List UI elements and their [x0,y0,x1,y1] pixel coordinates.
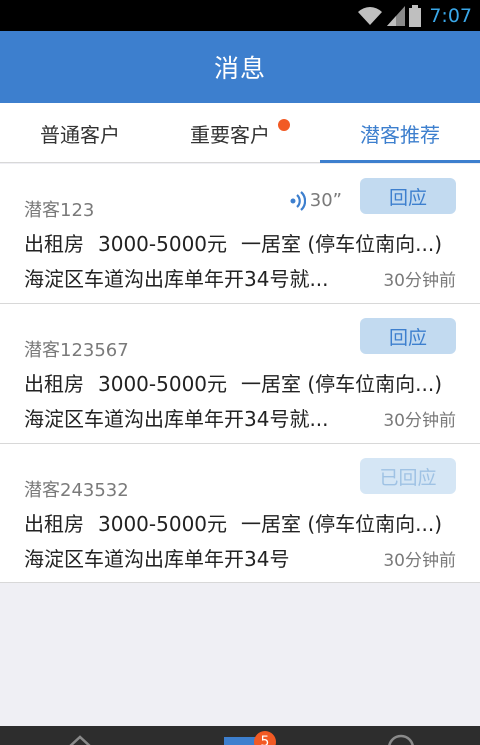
voice-duration: 30” [309,190,342,211]
active-tab-indicator [320,160,480,163]
status-bar: 7:07 [0,0,480,31]
listing-type: 出租房 [24,372,84,396]
page-title: 消息 [213,54,266,83]
tab-important-customers[interactable]: 重要客户 [160,103,320,163]
customer-name: 潜客123567 [24,340,129,361]
listing-type: 出租房 [24,232,84,256]
listing-detail: 出租房 3000-5000元 一居室 (停车位南向...) [24,368,456,397]
listing-price: 3000-5000元 [98,232,228,256]
voice-message[interactable]: 30” [290,190,342,211]
title-bar: 消息 [0,31,480,103]
tab-label: 普通客户 [40,122,120,147]
listing-layout: 一居室 (停车位南向...) [241,232,443,256]
home-icon[interactable] [66,734,94,745]
listing-layout: 一居室 (停车位南向...) [241,512,443,536]
listing-address: 海淀区车道沟出库单年开34号 [24,547,290,571]
timestamp: 30分钟前 [383,271,456,291]
list-item[interactable]: 潜客123 30” 回应 出租房 3000-5000元 一居室 (停车位南向...)… [0,164,480,304]
tab-bar: 普通客户 重要客户 潜客推荐 [0,103,480,163]
listing-address: 海淀区车道沟出库单年开34号就... [24,407,329,431]
customer-name: 潜客243532 [24,480,129,501]
voice-icon [290,190,306,211]
unread-dot [278,119,290,131]
customer-name: 潜客123 [24,200,95,221]
listing-type: 出租房 [24,512,84,536]
listing-address: 海淀区车道沟出库单年开34号就... [24,267,329,291]
list-item[interactable]: 潜客243532 已回应 出租房 3000-5000元 一居室 (停车位南向...)… [0,444,480,583]
tab-potential-recommendations[interactable]: 潜客推荐 [320,103,480,163]
respond-button[interactable]: 回应 [360,178,456,214]
listing-layout: 一居室 (停车位南向...) [241,372,443,396]
message-icon[interactable] [224,737,258,745]
clock: 7:07 [429,4,472,27]
tab-label: 重要客户 [190,122,270,147]
listing-detail: 出租房 3000-5000元 一居室 (停车位南向...) [24,228,456,257]
responded-button: 已回应 [360,458,456,494]
bottom-nav: 5 [0,726,480,745]
list-item[interactable]: 潜客123567 回应 出租房 3000-5000元 一居室 (停车位南向...) … [0,304,480,444]
wifi-icon [358,6,383,25]
battery-icon [409,4,422,27]
listing-price: 3000-5000元 [98,512,228,536]
message-count-badge: 5 [254,731,276,745]
timestamp: 30分钟前 [383,411,456,431]
listing-detail: 出租房 3000-5000元 一居室 (停车位南向...) [24,508,456,537]
timestamp: 30分钟前 [383,551,456,571]
signal-icon [387,5,406,26]
respond-button[interactable]: 回应 [360,318,456,354]
message-list: 潜客123 30” 回应 出租房 3000-5000元 一居室 (停车位南向...)… [0,164,480,583]
settings-icon[interactable] [386,734,416,745]
listing-price: 3000-5000元 [98,372,228,396]
tab-label: 潜客推荐 [360,122,440,147]
tab-normal-customers[interactable]: 普通客户 [0,103,160,163]
